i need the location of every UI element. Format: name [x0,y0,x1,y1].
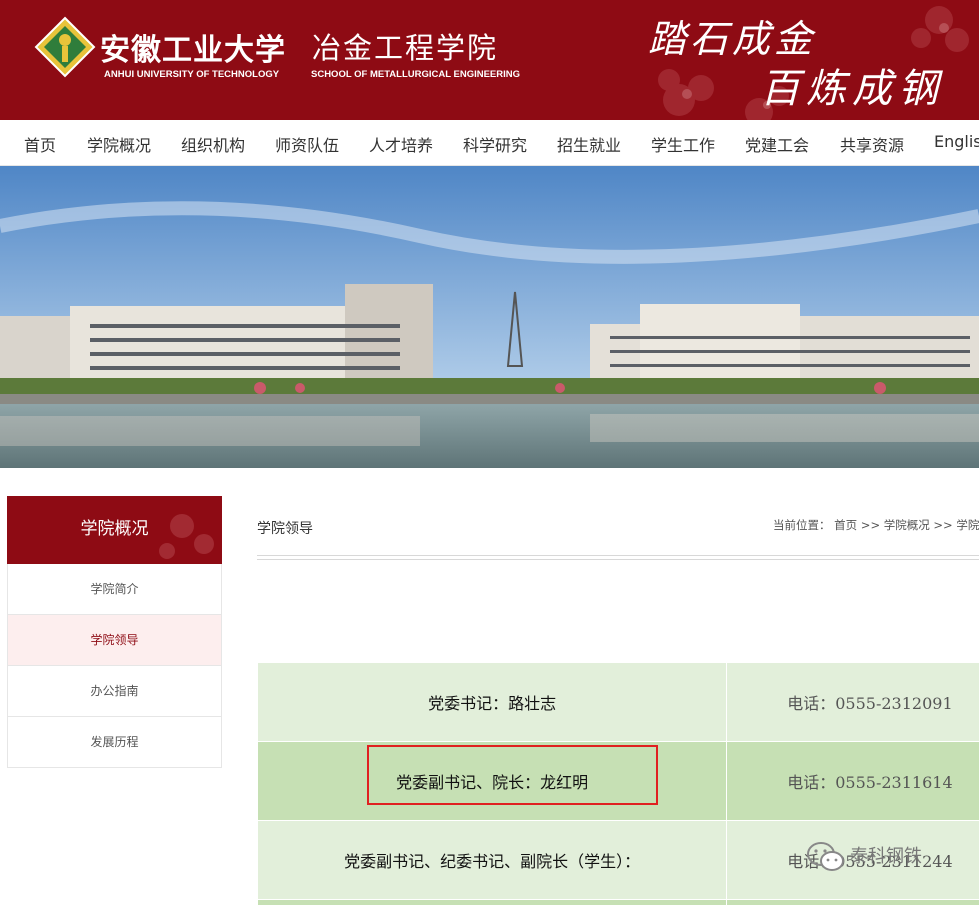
site-header: 安徽工业大学 ANHUI UNIVERSITY OF TECHNOLOGY 冶金… [0,0,979,120]
sidebar-item-office-guide[interactable]: 办公指南 [7,666,222,717]
campus-banner-image [0,166,979,468]
nav-item-resources[interactable]: 共享资源 [840,132,904,156]
school-name-en: SCHOOL OF METALLURGICAL ENGINEERING [311,69,520,80]
leader-role: 党委书记：路壮志 [258,663,727,742]
sidebar-title: 学院概况 [7,514,222,539]
school-name-cn: 冶金工程学院 [312,25,498,67]
divider [257,559,979,560]
nav-item-research[interactable]: 科学研究 [463,132,527,156]
sidebar: 学院概况 学院简介 学院领导 办公指南 发展历程 [7,496,222,768]
nav-item-overview[interactable]: 学院概况 [87,132,151,156]
table-row: 党委书记：路壮志 电话：0555-2312091 [258,663,979,742]
nav-item-party[interactable]: 党建工会 [745,132,809,156]
divider [257,555,979,556]
highlight-box [367,745,658,805]
nav-item-home[interactable]: 首页 [24,132,56,156]
nav-item-students[interactable]: 学生工作 [651,132,715,156]
breadcrumb: 当前位置： 首页 >> 学院概况 >> 学院领导 [773,517,979,533]
nav-item-organization[interactable]: 组织机构 [181,132,245,156]
page-title: 学院领导 [257,518,313,538]
table-cell [258,900,727,906]
sidebar-item-leaders[interactable]: 学院领导 [7,615,222,666]
university-name-en: ANHUI UNIVERSITY OF TECHNOLOGY [104,69,279,80]
main-nav: 首页 学院概况 组织机构 师资队伍 人才培养 科学研究 招生就业 学生工作 党建… [0,120,979,166]
nav-item-faculty[interactable]: 师资队伍 [275,132,339,156]
motto-line-1: 踏石成金 [648,8,816,63]
leader-phone: 电话：0555-2311614 [727,742,979,821]
sidebar-item-history[interactable]: 发展历程 [7,717,222,768]
university-logo-icon[interactable] [34,16,96,78]
motto-line-2: 百炼成钢 [760,56,944,114]
university-name-cn: 安徽工业大学 [100,25,286,69]
leader-phone: 电话：0555-2312091 [727,663,979,742]
watermark-text: 泰科钢铁 [850,842,922,868]
leader-role: 党委副书记、纪委书记、副院长（学生）： [258,821,727,900]
sidebar-item-intro[interactable]: 学院简介 [7,564,222,615]
table-cell [727,900,979,906]
table-row [258,900,979,906]
sidebar-header: 学院概况 [7,496,222,564]
wechat-icon [806,840,846,874]
nav-item-education[interactable]: 人才培养 [369,132,433,156]
nav-item-admissions[interactable]: 招生就业 [557,132,621,156]
nav-item-english[interactable]: English [934,132,979,151]
